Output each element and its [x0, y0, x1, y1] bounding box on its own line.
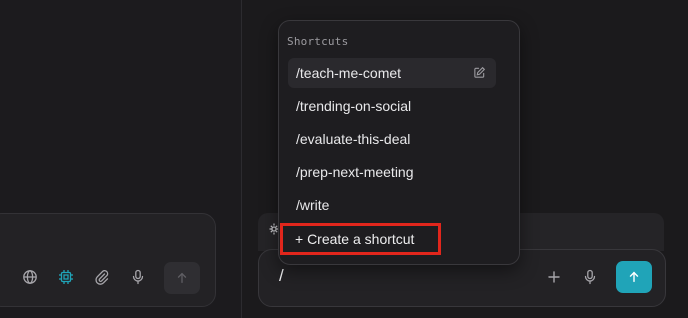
- create-shortcut-button[interactable]: + Create a shortcut: [280, 223, 441, 255]
- create-shortcut-label: + Create a shortcut: [295, 231, 415, 247]
- edit-icon[interactable]: [473, 66, 486, 79]
- globe-icon[interactable]: [21, 268, 39, 286]
- shortcut-item-trending-on-social[interactable]: /trending-on-social: [288, 91, 496, 121]
- chip-icon[interactable]: [57, 268, 75, 286]
- shortcut-item-teach-me-comet[interactable]: /teach-me-comet: [288, 58, 496, 88]
- shortcut-label: /evaluate-this-deal: [296, 131, 411, 147]
- plus-icon[interactable]: [545, 268, 563, 286]
- shortcut-label: /prep-next-meeting: [296, 164, 414, 180]
- shortcut-label: /teach-me-comet: [296, 65, 402, 81]
- left-send-button[interactable]: [164, 262, 200, 294]
- app-root: / Shortcuts /teach-me-comet /trending-on…: [0, 0, 688, 318]
- shortcuts-title: Shortcuts: [287, 35, 349, 48]
- shortcut-label: /write: [296, 197, 330, 213]
- shortcut-item-prep-next-meeting[interactable]: /prep-next-meeting: [288, 157, 496, 187]
- shortcut-label: /trending-on-social: [296, 98, 412, 114]
- arrow-up-icon: [177, 272, 187, 284]
- microphone-icon[interactable]: [129, 268, 147, 286]
- microphone-icon[interactable]: [581, 268, 599, 286]
- send-button[interactable]: [616, 261, 652, 293]
- shortcut-item-write[interactable]: /write: [288, 190, 496, 220]
- composer-input[interactable]: /: [279, 266, 284, 286]
- paperclip-icon[interactable]: [93, 268, 111, 286]
- shortcut-item-evaluate-this-deal[interactable]: /evaluate-this-deal: [288, 124, 496, 154]
- arrow-up-icon: [629, 271, 639, 283]
